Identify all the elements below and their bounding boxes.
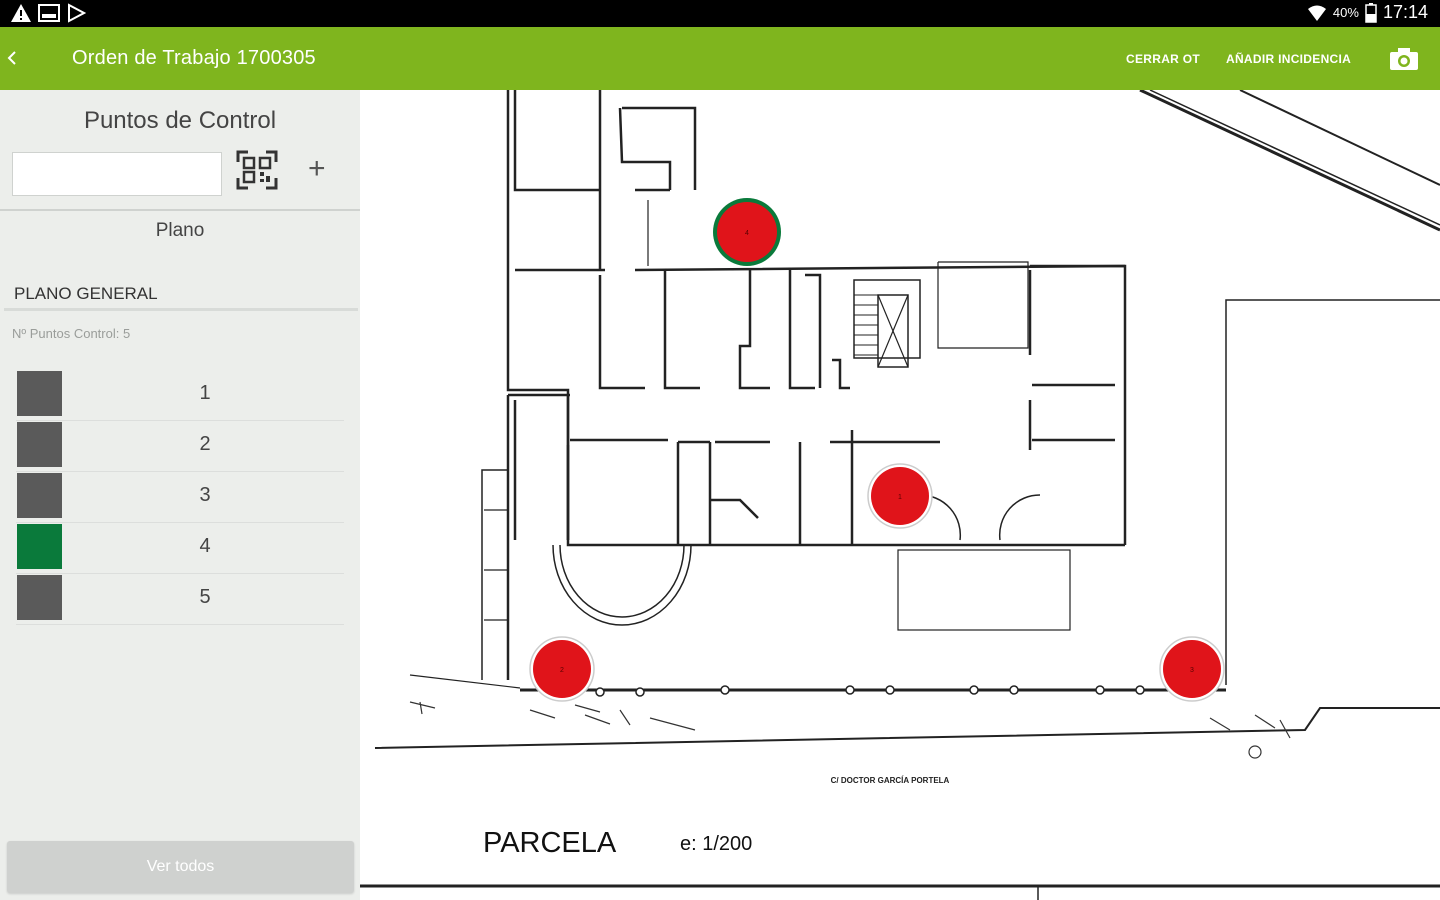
control-point-item-2[interactable]: 2 <box>16 421 344 472</box>
control-point-marker-3[interactable]: 3 <box>1159 636 1225 702</box>
point-status-swatch <box>17 371 62 416</box>
sidebar-title: Puntos de Control <box>83 107 277 134</box>
control-points-list: 1 2 3 4 5 <box>16 370 344 625</box>
street-label: C/ DOCTOR GARCÍA PORTELA <box>831 776 950 785</box>
point-number: 4 <box>199 535 211 557</box>
chevron-left-icon <box>7 51 16 65</box>
point-number: 1 <box>199 382 211 404</box>
notification-icons <box>10 3 86 23</box>
search-input[interactable] <box>12 152 222 196</box>
camera-icon <box>1390 48 1418 70</box>
point-number: 2 <box>199 433 211 455</box>
sidebar: Puntos de Control + Plano PLANO GENERAL … <box>0 90 360 900</box>
status-bar: 40% 17:14 <box>0 0 1440 27</box>
add-incident-button[interactable]: AÑADIR INCIDENCIA <box>1226 52 1351 66</box>
control-point-item-1[interactable]: 1 <box>16 370 344 421</box>
scale-label: e: 1/200 <box>680 833 752 855</box>
point-status-swatch <box>17 524 62 569</box>
control-point-item-3[interactable]: 3 <box>16 472 344 523</box>
control-point-marker-1[interactable]: 1 <box>867 463 933 529</box>
control-point-marker-4[interactable]: 4 <box>713 198 781 266</box>
divider <box>0 209 360 211</box>
page-title: Orden de Trabajo 1700305 <box>72 47 316 69</box>
app-bar: Orden de Trabajo 1700305 CERRAR OT AÑADI… <box>0 27 1440 90</box>
control-point-item-5[interactable]: 5 <box>16 574 344 625</box>
points-count: Nº Puntos Control: 5 <box>12 326 131 341</box>
parcela-label: PARCELA <box>483 827 617 859</box>
system-status: 40% 17:14 <box>1307 2 1428 23</box>
floor-plan[interactable]: C/ DOCTOR GARCÍA PORTELA PARCELA e: 1/20… <box>360 90 1440 900</box>
divider <box>4 308 358 311</box>
marker-label: 2 <box>560 667 564 674</box>
point-status-swatch <box>17 422 62 467</box>
marker-label: 1 <box>898 494 902 501</box>
view-all-button[interactable]: Ver todos <box>7 841 354 893</box>
point-number: 5 <box>199 586 211 608</box>
warning-icon <box>11 4 31 22</box>
back-button[interactable] <box>2 45 22 71</box>
control-point-item-4[interactable]: 4 <box>16 523 344 574</box>
play-store-icon <box>68 3 86 23</box>
point-number: 3 <box>199 484 211 506</box>
qr-scan-button[interactable] <box>236 150 278 195</box>
control-point-marker-2[interactable]: 2 <box>529 636 595 702</box>
close-ot-button[interactable]: CERRAR OT <box>1126 52 1200 66</box>
gallery-icon <box>38 4 60 22</box>
clock: 17:14 <box>1382 2 1428 22</box>
point-status-swatch <box>17 473 62 518</box>
floor-plan-drawing: C/ DOCTOR GARCÍA PORTELA PARCELA e: 1/20… <box>360 90 1440 900</box>
camera-button[interactable] <box>1389 47 1419 76</box>
qr-code-icon <box>236 150 278 190</box>
battery-percent: 40% <box>1332 5 1359 20</box>
marker-label: 3 <box>1190 667 1194 674</box>
add-point-button[interactable]: + <box>308 154 326 184</box>
wifi-icon <box>1307 5 1326 21</box>
battery-icon <box>1365 2 1377 23</box>
point-status-swatch <box>17 575 62 620</box>
plano-label: Plano <box>155 220 205 241</box>
plano-selector[interactable]: PLANO GENERAL <box>14 284 158 304</box>
marker-label: 4 <box>745 230 749 237</box>
